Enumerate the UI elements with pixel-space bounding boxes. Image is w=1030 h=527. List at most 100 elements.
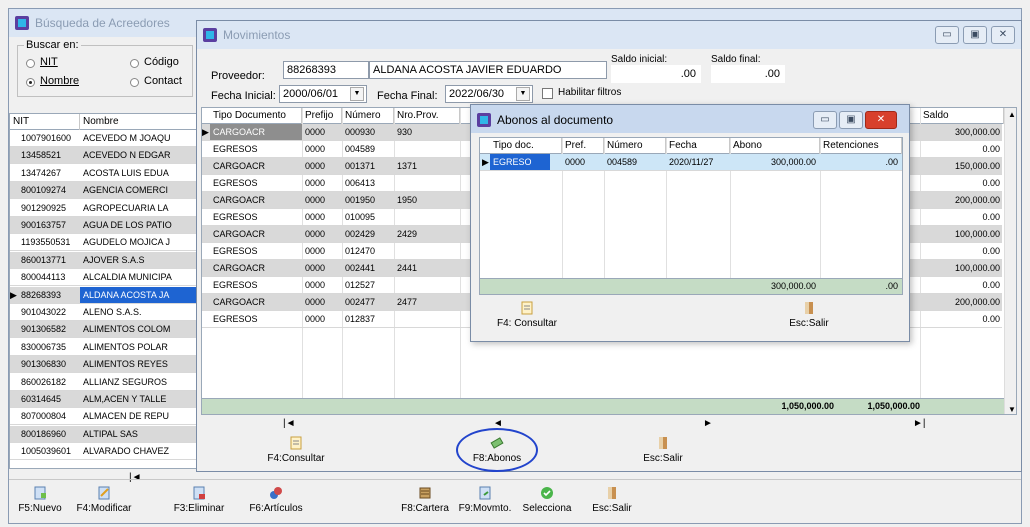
fecha-inicial-picker[interactable]: 2000/06/01 ▼	[279, 85, 367, 103]
acreedor-row[interactable]: 800109274 AGENCIA COMERCI	[10, 182, 196, 200]
movimiento-saldo: 0.00	[982, 144, 1000, 154]
acreedor-row[interactable]: 900163757 AGUA DE LOS PATIO	[10, 217, 196, 234]
movement-button[interactable]: F9:Movmto.	[455, 486, 515, 514]
cartera-button[interactable]: F8:Cartera	[395, 486, 455, 514]
vertical-scrollbar[interactable]: ▲ ▼	[1004, 108, 1016, 414]
acreedores-grid-header: NIT Nombre	[10, 114, 196, 130]
acreedor-row[interactable]: 901306582 ALIMENTOS COLOM	[10, 321, 196, 339]
close-button[interactable]: ✕	[991, 26, 1015, 44]
abonos-consultar-button[interactable]: F4: Consultar	[487, 301, 567, 329]
proveedor-code-field[interactable]: 88268393	[283, 61, 369, 79]
delete-label: F3:Eliminar	[173, 503, 225, 514]
fecha-final-picker[interactable]: 2022/06/30 ▼	[445, 85, 533, 103]
nav-next-icon[interactable]: ►	[703, 418, 713, 429]
chevron-down-icon[interactable]: ▼	[350, 87, 364, 101]
radio-contacto[interactable]	[130, 78, 139, 87]
close-button[interactable]: ✕	[865, 111, 897, 129]
acreedor-nit: 800186960	[21, 428, 67, 439]
col-numero[interactable]: Número	[604, 138, 666, 154]
acreedor-row[interactable]: 800186960 ALTIPAL SAS	[10, 425, 196, 443]
consultar-button[interactable]: F4:Consultar	[261, 436, 331, 464]
col-numero[interactable]: Número	[342, 108, 394, 124]
acreedor-row[interactable]: 1193550531 AGUDELO MOJICA J	[10, 234, 196, 252]
movimiento-saldo: 0.00	[982, 314, 1000, 324]
search-group-label: Buscar en:	[24, 39, 81, 51]
acreedor-row[interactable]: 800044113 ALCALDIA MUNICIPA	[10, 269, 196, 287]
articles-icon	[270, 487, 282, 499]
movimiento-prefijo: 0000	[305, 229, 326, 239]
minimize-button[interactable]: ▭	[935, 26, 959, 44]
movimiento-tipo: EGRESOS	[213, 246, 258, 256]
acreedor-row[interactable]: 13474267 ACOSTA LUIS EDUA	[10, 165, 196, 182]
modify-button[interactable]: F4:Modificar	[69, 486, 139, 514]
movimiento-prov: 930	[397, 127, 413, 137]
movimiento-saldo: 0.00	[982, 178, 1000, 188]
scroll-up-icon[interactable]: ▲	[1008, 110, 1016, 119]
col-saldo[interactable]: Saldo	[920, 108, 1004, 124]
acreedor-nit: 60314645	[21, 394, 62, 404]
abono-pref: 0000	[565, 157, 586, 167]
acreedor-row[interactable]: 830006735 ALIMENTOS POLAR	[10, 339, 196, 356]
articles-button[interactable]: F6:Artículos	[245, 486, 307, 514]
proveedor-name-field[interactable]: ALDANA ACOSTA JAVIER EDUARDO	[369, 61, 607, 79]
movimiento-numero: 012527	[345, 280, 376, 290]
acreedor-row[interactable]: 807000804 ALMACEN DE REPU	[10, 408, 196, 426]
acreedor-row[interactable]: 13458521 ACEVEDO N EDGAR	[10, 147, 196, 165]
acreedor-nit: 830006735	[21, 341, 67, 352]
col-abono[interactable]: Abono	[730, 138, 820, 154]
minimize-button[interactable]: ▭	[813, 111, 837, 129]
col-nro-prov[interactable]: Nro.Prov.	[394, 108, 460, 124]
exit-button[interactable]: Esc:Salir	[587, 486, 637, 514]
acreedor-nombre: AGENCIA COMERCI	[83, 185, 169, 196]
abonos-row[interactable]: ▶ EGRESO 0000 004589 2020/11/27 300,000.…	[480, 154, 902, 171]
movimiento-numero: 002477	[345, 297, 376, 307]
col-prefijo[interactable]: Prefijo	[302, 108, 342, 124]
scroll-down-icon[interactable]: ▼	[1008, 405, 1016, 414]
col-nombre[interactable]: Nombre	[80, 114, 196, 130]
acreedor-row[interactable]: ▶ 88268393 ALDANA ACOSTA JA	[10, 286, 196, 304]
acreedor-row[interactable]: 1005039601 ALVARADO CHAVEZ	[10, 443, 196, 461]
acreedor-row[interactable]: 860013771 AJOVER S.A.S	[10, 251, 196, 269]
radio-codigo[interactable]	[130, 59, 139, 68]
acreedor-row[interactable]: 860026182 ALLIANZ SEGUROS	[10, 374, 196, 391]
habilitar-checkbox[interactable]	[542, 88, 553, 99]
acreedor-row[interactable]: 901306830 ALIMENTOS REYES	[10, 356, 196, 374]
movimiento-tipo: EGRESOS	[213, 144, 258, 154]
col-nit[interactable]: NIT	[10, 114, 80, 130]
acreedor-row[interactable]: 901290925 AGROPECUARIA LA	[10, 200, 196, 217]
col-tipo-documento[interactable]: Tipo Documento	[210, 108, 302, 124]
movimiento-numero: 012470	[345, 246, 376, 256]
nav-last-icon[interactable]: ►|	[913, 418, 926, 429]
radio-nombre[interactable]	[26, 78, 35, 87]
row-pointer-icon: ▶	[202, 127, 209, 137]
abonos-exit-label: Esc:Salir	[789, 318, 829, 329]
col-retenciones[interactable]: Retenciones	[820, 138, 902, 154]
radio-nit[interactable]	[26, 59, 35, 68]
acreedor-row[interactable]: 901043022 ALENO S.A.S.	[10, 304, 196, 321]
movimiento-numero: 010095	[345, 212, 376, 222]
abonos-consultar-label: F4: Consultar	[496, 318, 558, 329]
abonos-exit-button[interactable]: Esc:Salir	[779, 301, 839, 329]
col-fecha[interactable]: Fecha	[666, 138, 730, 154]
fecha-final-value: 2022/06/30	[449, 88, 505, 100]
new-button[interactable]: F5:Nuevo	[15, 486, 65, 514]
select-button[interactable]: Selecciona	[517, 486, 577, 514]
delete-button[interactable]: F3:Eliminar	[169, 486, 229, 514]
movimientos-title: Movimientos	[223, 28, 291, 42]
acreedor-row[interactable]: 60314645 ALM,ACEN Y TALLE	[10, 391, 196, 408]
acreedor-nit: 88268393	[21, 289, 62, 300]
abono-retenciones: .00	[885, 157, 898, 167]
maximize-button[interactable]: ▣	[839, 111, 863, 129]
maximize-button[interactable]: ▣	[963, 26, 987, 44]
col-pref[interactable]: Pref.	[562, 138, 604, 154]
exit-button[interactable]: Esc:Salir	[633, 436, 693, 464]
col-tipo-doc[interactable]: Tipo doc.	[490, 138, 562, 154]
movimiento-saldo: 150,000.00	[954, 161, 1000, 171]
acreedor-row[interactable]: 1007901600 ACEVEDO M JOAQU	[10, 130, 196, 147]
chevron-down-icon[interactable]: ▼	[516, 87, 530, 101]
saldo-final-value: .00	[764, 68, 780, 80]
nav-first-icon[interactable]: |◄	[283, 418, 296, 429]
movement-label: F9:Movmto.	[458, 503, 512, 514]
movimiento-numero: 000930	[345, 127, 376, 137]
saldo-final-field: .00	[711, 65, 785, 83]
